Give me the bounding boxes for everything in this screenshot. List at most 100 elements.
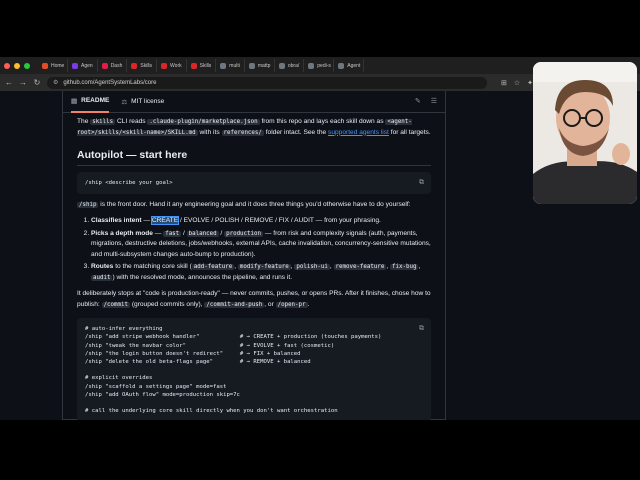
- maximize-window-icon[interactable]: [24, 62, 30, 69]
- tab-label: Agen: [81, 62, 93, 69]
- tab-label: obra/: [287, 62, 300, 69]
- tab-label: Home: [51, 62, 65, 69]
- front-text: is the front door. Hand it any engineeri…: [98, 200, 411, 208]
- readme-panel: ▤ README ⚖ MIT license ✎ ☰ The skills CL…: [62, 91, 446, 420]
- tab-9[interactable]: pedi-s: [304, 59, 335, 72]
- tab-favicon-icon: [338, 62, 345, 69]
- stops-code-pr: /open-pr: [275, 301, 308, 308]
- minimize-window-icon[interactable]: [14, 62, 20, 69]
- url-field[interactable]: ⚙ github.com/AgentSystemLabs/core: [47, 76, 487, 89]
- intro-text-6: for all targets.: [388, 128, 431, 136]
- stops-paragraph: It deliberately stops at "code is produc…: [77, 289, 431, 310]
- stops-code-commit: /commit: [101, 301, 130, 308]
- book-icon: ▤: [71, 97, 78, 105]
- url-text: github.com/AgentSystemLabs/core: [63, 79, 157, 86]
- list-item-depth: Picks a depth mode — fast / balanced / p…: [91, 229, 431, 261]
- routes-code-add: add-feature: [191, 264, 235, 271]
- routes-bold: Routes: [91, 263, 114, 271]
- code-ship-text: /ship <describe your goal>: [85, 179, 173, 186]
- routes-code-fix: fix-bug: [390, 264, 419, 271]
- classify-bold: Classifies intent: [91, 217, 142, 225]
- section-heading: Autopilot — start here: [77, 150, 431, 166]
- depth-code-production: production: [224, 230, 263, 237]
- tab-readme[interactable]: ▤ README: [71, 91, 110, 113]
- tab-label: Skills: [199, 62, 212, 69]
- tab-3[interactable]: Skills: [127, 59, 158, 72]
- law-icon: ⚖: [121, 98, 128, 106]
- tab-favicon-icon: [220, 62, 227, 69]
- copy-icon[interactable]: ⧉: [419, 178, 424, 186]
- presenter-video: [533, 62, 637, 204]
- feature-list: Classifies intent — CREATE / EVOLVE / PO…: [91, 216, 431, 283]
- outline-list-icon[interactable]: ☰: [431, 97, 437, 105]
- list-item-routes: Routes to the matching core skill (add-f…: [91, 262, 431, 283]
- intro-code-marketplace: .claude-plugin/marketplace.json: [147, 119, 260, 125]
- close-window-icon[interactable]: [4, 62, 10, 69]
- code-block-ship: /ship <describe your goal> ⧉: [77, 171, 431, 194]
- tab-favicon-icon: [308, 62, 315, 69]
- tab-5[interactable]: Skills: [187, 59, 217, 72]
- tab-1[interactable]: Agen: [68, 59, 98, 72]
- intro-text-2: CLI reads: [115, 118, 148, 125]
- list-item-classify: Classifies intent — CREATE / EVOLVE / PO…: [91, 216, 431, 227]
- stops-text-3: , or: [264, 300, 276, 308]
- install-icon[interactable]: ⊞: [501, 79, 507, 87]
- routes-sep: ,: [329, 263, 334, 271]
- tab-6[interactable]: multi: [216, 59, 245, 72]
- tab-favicon-icon: [101, 62, 108, 69]
- copy-icon[interactable]: ⧉: [419, 324, 424, 332]
- routes-code-remove: remove-feature: [333, 264, 387, 271]
- tab-favicon-icon: [161, 62, 168, 69]
- code-block-examples: # auto-infer everything /ship "add strip…: [77, 318, 431, 420]
- depth-code-fast: fast: [163, 230, 182, 237]
- forward-icon[interactable]: →: [19, 78, 27, 87]
- stops-code-push: /commit-and-push: [204, 301, 265, 308]
- webcam-overlay: [533, 62, 637, 204]
- tab-favicon-icon: [72, 62, 78, 69]
- tab-label: pedi-s: [317, 62, 331, 69]
- front-code-ship: /ship: [77, 201, 99, 208]
- tab-readme-label: README: [81, 97, 110, 104]
- intro-paragraph: The skills CLI reads .claude-plugin/mark…: [77, 117, 431, 138]
- tab-list: Home Agen Dash Skills Work Skills multi mattp ob…: [38, 59, 365, 72]
- tab-favicon-icon: [131, 62, 138, 69]
- tab-0[interactable]: Home: [38, 59, 68, 72]
- code-examples-text: # auto-infer everything /ship "add strip…: [85, 326, 382, 415]
- tab-label: mattp: [257, 62, 271, 69]
- intro-text-4: with its: [197, 128, 222, 136]
- tab-favicon-icon: [42, 62, 48, 69]
- routes-text-2: ) with the resolved mode, announces the …: [112, 273, 293, 281]
- back-icon[interactable]: ←: [5, 78, 13, 87]
- tab-7[interactable]: mattp: [245, 59, 275, 72]
- supported-agents-link[interactable]: supported agents list: [328, 129, 389, 136]
- classify-text: / EVOLVE / POLISH / REMOVE / FIX / AUDIT…: [178, 217, 381, 225]
- tab-label: Dash: [110, 62, 123, 69]
- depth-dash: —: [152, 229, 164, 237]
- tab-license-label: MIT license: [131, 98, 165, 105]
- tab-label: multi: [229, 62, 240, 69]
- depth-bold: Picks a depth mode: [91, 229, 153, 237]
- window-controls: [4, 62, 30, 69]
- front-door-paragraph: /ship is the front door. Hand it any eng…: [77, 200, 431, 211]
- reload-icon[interactable]: ↻: [33, 78, 41, 87]
- site-info-icon[interactable]: ⚙: [53, 79, 58, 86]
- edit-pencil-icon[interactable]: ✎: [415, 97, 421, 105]
- depth-sep-1: /: [181, 229, 187, 237]
- tab-4[interactable]: Work: [157, 59, 187, 72]
- stops-text-2: (grouped commits only),: [130, 300, 205, 308]
- tab-2[interactable]: Dash: [98, 59, 128, 72]
- tab-license[interactable]: ⚖ MIT license: [121, 91, 164, 113]
- routes-code-audit: audit: [91, 274, 113, 281]
- selected-word: CREATE: [150, 216, 180, 226]
- bookmark-star-icon[interactable]: ☆: [514, 79, 520, 87]
- stops-text-4: .: [307, 300, 310, 308]
- tab-favicon-icon: [248, 62, 255, 69]
- routes-sep: ,: [418, 263, 421, 271]
- readme-content: The skills CLI reads .claude-plugin/mark…: [63, 113, 445, 420]
- tab-10[interactable]: Agent: [334, 59, 365, 72]
- tab-label: Work: [170, 62, 182, 69]
- depth-code-balanced: balanced: [186, 230, 219, 237]
- intro-code-skills: skills: [90, 119, 116, 125]
- routes-text-1: to the matching core skill (: [113, 263, 192, 271]
- tab-8[interactable]: obra/: [275, 59, 305, 72]
